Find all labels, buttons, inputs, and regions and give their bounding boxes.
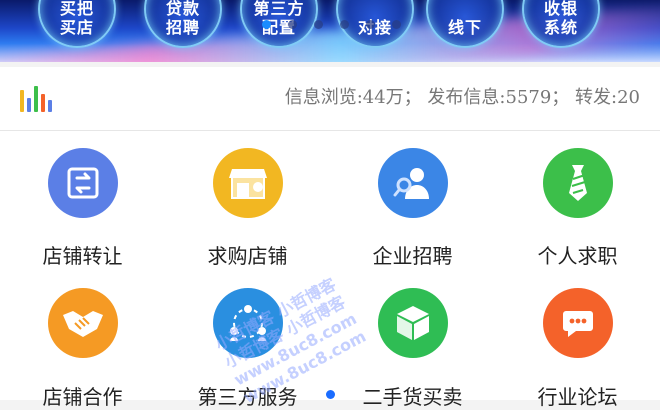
menu-item-label: 店铺合作 — [42, 385, 123, 409]
menu-item-label: 二手货买卖 — [362, 385, 463, 409]
carousel-pagination — [262, 20, 401, 29]
carousel-dot[interactable] — [366, 20, 375, 29]
banner-bubble-label: 买店 — [59, 18, 94, 37]
handshake-icon — [48, 288, 118, 358]
shares-count: 转发:20 — [575, 87, 640, 108]
menu-item-label: 第三方服务 — [197, 385, 298, 409]
menu-item-label: 行业论坛 — [537, 385, 618, 409]
posts-count: 发布信息:5579； — [427, 87, 570, 108]
chat-icon — [543, 288, 613, 358]
banner-bubble-label: 招聘 — [165, 18, 200, 37]
bar-chart-icon — [20, 86, 54, 112]
banner-bubble-label: 系统 — [543, 18, 578, 37]
menu-item-second-hand[interactable]: 二手货买卖 — [330, 131, 495, 409]
stats-text: 信息浏览:44万； 发布信息:5579； 转发:20 — [285, 83, 640, 109]
carousel-dot[interactable] — [340, 20, 349, 29]
category-grid: 店铺转让 求购店铺 企业招聘 个人求职 店铺合作 第三方服务 二手货买卖 行业论… — [0, 131, 660, 409]
menu-item-shop-cooperation[interactable]: 店铺合作 — [0, 131, 165, 409]
page-indicator-dot — [326, 390, 335, 399]
top-banner-carousel[interactable]: 买把 买店 贷款 招聘 第三方 配置 对接 线下 收银 系统 — [0, 0, 660, 62]
banner-bubble-label: 线下 — [447, 18, 482, 37]
carousel-dot[interactable] — [392, 20, 401, 29]
views-count: 信息浏览:44万； — [284, 87, 422, 108]
people-network-icon — [213, 288, 283, 358]
stats-bar: 信息浏览:44万； 发布信息:5579； 转发:20 — [0, 67, 660, 131]
carousel-dot[interactable] — [288, 20, 297, 29]
menu-item-third-party[interactable]: 第三方服务 — [165, 131, 330, 409]
menu-item-forum[interactable]: 行业论坛 — [495, 131, 660, 409]
carousel-dot-active[interactable] — [262, 20, 271, 29]
carousel-dot[interactable] — [314, 20, 323, 29]
banner-bubble-1[interactable]: 买把 买店 — [38, 0, 116, 48]
box-icon — [378, 288, 448, 358]
